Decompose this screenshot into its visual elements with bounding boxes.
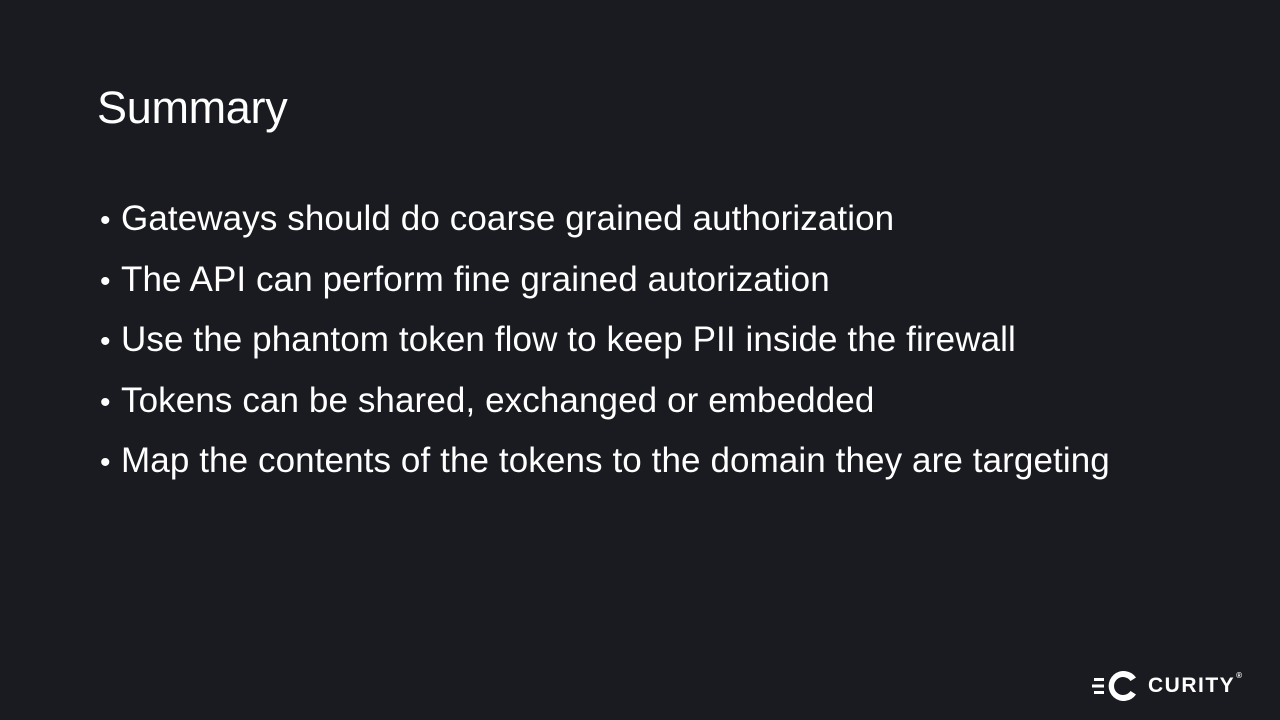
slide: Summary • Gateways should do coarse grai… (0, 0, 1280, 720)
curity-logo: CURITY® (1092, 668, 1244, 704)
bullet-item: • Map the contents of the tokens to the … (100, 432, 1110, 493)
bullet-item: • The API can perform fine grained autor… (100, 251, 1110, 312)
curity-logo-icon (1092, 671, 1136, 701)
bullet-text: Map the contents of the tokens to the do… (121, 441, 1110, 480)
slide-title: Summary (97, 82, 288, 133)
bullet-item: • Gateways should do coarse grained auth… (100, 190, 1110, 251)
bullet-list: • Gateways should do coarse grained auth… (100, 190, 1110, 493)
bullet-item: • Use the phantom token flow to keep PII… (100, 311, 1110, 372)
bullet-text: The API can perform fine grained autoriz… (121, 259, 830, 299)
bullet-text: Use the phantom token flow to keep PII i… (121, 320, 1016, 359)
curity-wordmark-text: CURITY (1148, 674, 1236, 697)
bullet-dot: • (100, 204, 111, 237)
bullet-dot: • (100, 264, 111, 298)
curity-wordmark: CURITY® (1148, 671, 1244, 698)
bullet-dot: • (100, 385, 111, 419)
bullet-dot: • (100, 446, 111, 479)
registered-mark: ® (1236, 671, 1244, 680)
bullet-dot: • (100, 325, 111, 358)
bullet-text: Tokens can be shared, exchanged or embed… (121, 380, 875, 420)
bullet-text: Gateways should do coarse grained author… (121, 199, 895, 238)
bullet-item: • Tokens can be shared, exchanged or emb… (100, 372, 1110, 433)
